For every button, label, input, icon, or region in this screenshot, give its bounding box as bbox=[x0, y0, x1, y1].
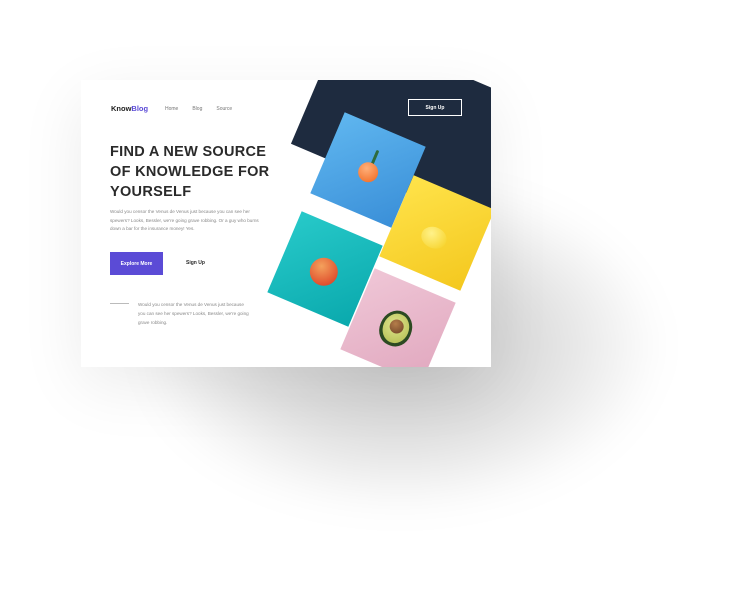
logo[interactable]: KnowBlog bbox=[111, 104, 148, 113]
sign-up-button-top[interactable]: Sign Up bbox=[408, 99, 462, 116]
lemon-icon bbox=[417, 222, 450, 253]
logo-text-know: Know bbox=[111, 104, 132, 113]
nav-home[interactable]: Home bbox=[165, 106, 178, 112]
main-nav: Home Blog Source bbox=[165, 106, 232, 112]
hero-paragraph: Would you censor the Venus de Venus just… bbox=[110, 209, 259, 231]
nav-blog[interactable]: Blog bbox=[192, 106, 202, 112]
apple-icon bbox=[305, 253, 343, 291]
quote-text: Would you censor the Venus de Venus just… bbox=[138, 302, 249, 325]
sign-up-link[interactable]: Sign Up bbox=[186, 260, 205, 266]
hero-headline: FIND A NEW SOURCE OF KNOWLEDGE FOR YOURS… bbox=[110, 144, 270, 200]
nav-source[interactable]: Source bbox=[216, 106, 232, 112]
orange-icon bbox=[355, 159, 382, 186]
logo-text-blog: Blog bbox=[131, 104, 149, 113]
quote-divider bbox=[110, 303, 129, 304]
explore-more-button[interactable]: Explore More bbox=[110, 252, 163, 275]
landing-page-mockup: KnowBlog Home Blog Source Sign Up FIND A… bbox=[81, 80, 491, 367]
